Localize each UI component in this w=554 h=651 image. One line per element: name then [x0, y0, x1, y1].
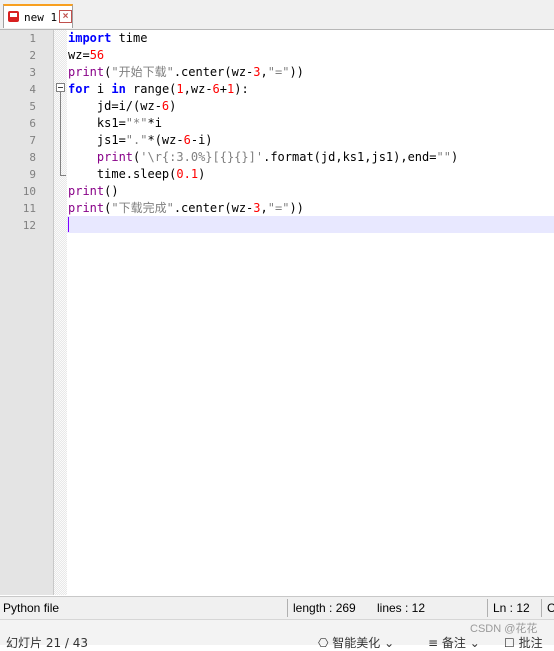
fold-collapse-icon[interactable]	[56, 83, 65, 92]
status-divider	[287, 599, 288, 617]
unsaved-file-icon	[8, 11, 19, 22]
line-number: 2	[29, 49, 36, 62]
tab-bar: new 1 ×	[0, 0, 554, 30]
beautify-button[interactable]: ⎔ 智能美化 ⌄	[318, 634, 394, 651]
status-length: length : 269	[293, 601, 356, 615]
line-number-gutter: 1 2 3 4 5 6 7 8 9 10 11 12	[0, 30, 54, 595]
code-line-3[interactable]: print("开始下载".center(wz-3,"="))	[68, 64, 304, 81]
line-number: 12	[22, 219, 36, 232]
tab-label: new 1	[24, 11, 58, 24]
notes-button[interactable]: ≡ 备注 ⌄	[428, 634, 480, 651]
code-line-9[interactable]: time.sleep(0.1)	[68, 166, 205, 183]
fold-guide-line	[60, 92, 61, 176]
status-divider	[487, 599, 488, 617]
status-file-type: Python file	[3, 601, 60, 615]
status-column: C	[547, 601, 554, 615]
code-editor[interactable]: 1 2 3 4 5 6 7 8 9 10 11 12 import time w…	[0, 30, 554, 595]
code-line-11[interactable]: print("下载完成".center(wz-3,"="))	[68, 200, 304, 217]
status-divider	[541, 599, 542, 617]
code-line-4[interactable]: for i in range(1,wz-6+1):	[68, 81, 249, 98]
code-line-1[interactable]: import time	[68, 30, 147, 47]
code-line-2[interactable]: wz=56	[68, 47, 104, 64]
line-number: 10	[22, 185, 36, 198]
line-number: 5	[29, 100, 36, 113]
code-line-5[interactable]: jd=i/(wz-6)	[68, 98, 177, 115]
line-number: 6	[29, 117, 36, 130]
line-number: 9	[29, 168, 36, 181]
code-line-7[interactable]: js1="."*(wz-6-i)	[68, 132, 213, 149]
text-caret	[68, 217, 69, 232]
slide-counter: 幻灯片 21 / 43	[6, 636, 89, 650]
line-number: 1	[29, 32, 36, 45]
line-number: 11	[22, 202, 36, 215]
code-line-10[interactable]: print()	[68, 183, 119, 200]
status-line-number: Ln : 12	[493, 601, 530, 615]
line-number: 8	[29, 151, 36, 164]
line-number: 4	[29, 83, 36, 96]
watermark: CSDN @花花	[470, 623, 538, 635]
tab-new-1[interactable]: new 1 ×	[3, 4, 73, 28]
close-icon[interactable]: ×	[59, 10, 72, 23]
status-lines: lines : 12	[377, 601, 426, 615]
fold-end-marker	[60, 175, 66, 176]
code-line-8[interactable]: print('\r{:3.0%}[{}{}]'.format(jd,ks1,js…	[68, 149, 458, 166]
line-number: 3	[29, 66, 36, 79]
status-bar: Python file length : 269 lines : 12 Ln :…	[0, 596, 554, 619]
code-line-6[interactable]: ks1="*"*i	[68, 115, 162, 132]
current-line-highlight	[67, 216, 554, 233]
line-number: 7	[29, 134, 36, 147]
comments-button[interactable]: ☐ 批注	[504, 634, 543, 651]
